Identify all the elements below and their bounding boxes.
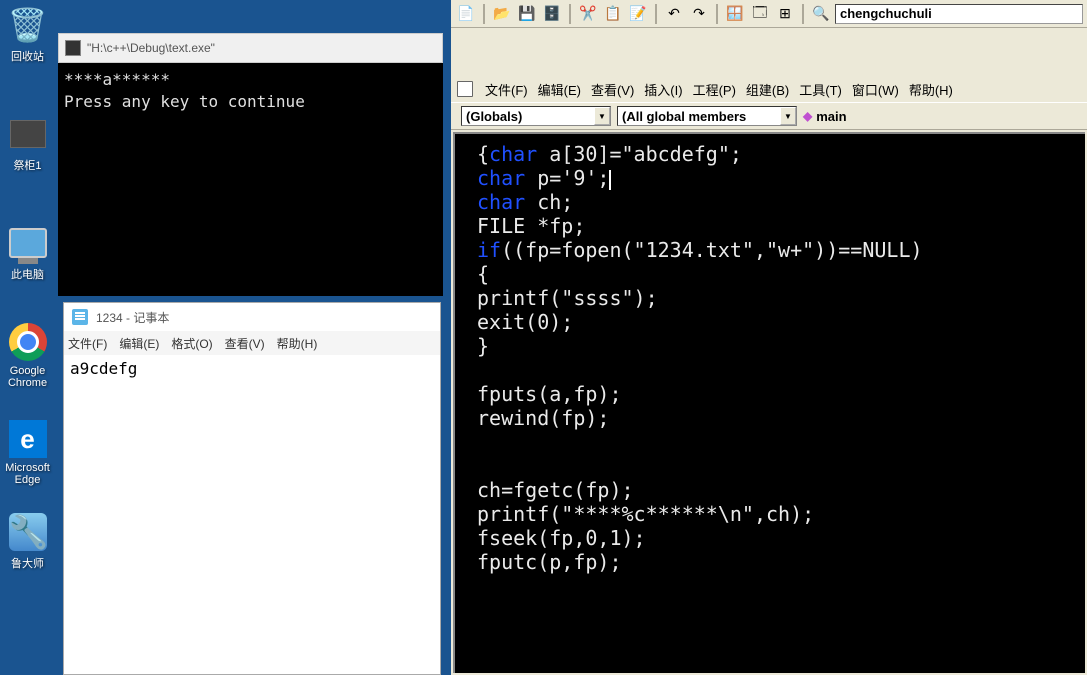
ide-menu-project[interactable]: 工程(P) — [693, 80, 736, 99]
chrome-glyph — [8, 322, 48, 362]
notepad-content[interactable]: a9cdefg — [64, 355, 440, 382]
ide-toolbar: 📄 📂 💾 🗄️ ✂️ 📋 📝 ↶ ↷ 🪟 🗔 ⊞ 🔍 — [451, 0, 1087, 28]
recycle-bin-icon[interactable]: 🗑️ 回收站 — [3, 5, 53, 64]
members-combo-value: (All global members — [622, 109, 746, 124]
desktop-item-2[interactable]: 祭柜1 — [3, 114, 53, 173]
console-app-icon — [65, 40, 81, 56]
workspace-icon[interactable]: 🪟 — [724, 3, 746, 25]
notepad-menu-view[interactable]: 查看(V) — [225, 335, 265, 352]
ide-menubar: 文件(F) 编辑(E) 查看(V) 插入(I) 工程(P) 组建(B) 工具(T… — [451, 76, 1087, 102]
ide-menu-help[interactable]: 帮助(H) — [909, 80, 953, 99]
find-in-files-icon[interactable]: 🔍 — [810, 3, 832, 25]
recycle-bin-label: 回收站 — [11, 48, 44, 64]
new-file-icon[interactable]: 📄 — [455, 3, 477, 25]
desktop-item-2-label: 祭柜1 — [13, 157, 41, 173]
toolbar-sep — [483, 4, 485, 24]
folder-dark-icon — [8, 114, 48, 154]
ide-menu-insert[interactable]: 插入(I) — [644, 80, 682, 99]
ludashi-glyph: 🔧 — [8, 512, 48, 552]
notepad-window[interactable]: 1234 - 记事本 文件(F) 编辑(E) 格式(O) 查看(V) 帮助(H)… — [63, 302, 441, 675]
console-title: "H:\c++\Debug\text.exe" — [87, 41, 215, 55]
notepad-menu-edit[interactable]: 编辑(E) — [119, 335, 159, 352]
this-pc-label: 此电脑 — [11, 266, 44, 282]
ide-menu-edit[interactable]: 编辑(E) — [538, 80, 581, 99]
save-all-icon[interactable]: 🗄️ — [541, 3, 563, 25]
ide-combobar: (Globals) ▼ (All global members ▼ ◆ main — [451, 102, 1087, 130]
toolbar-sep — [655, 4, 657, 24]
code-editor[interactable]: {char a[30]="abcdefg"; char p='9'; char … — [453, 132, 1085, 673]
notepad-menu-help[interactable]: 帮助(H) — [277, 335, 318, 352]
pc-icon — [8, 223, 48, 263]
ide-menu-window[interactable]: 窗口(W) — [852, 80, 899, 99]
find-textbox[interactable] — [835, 4, 1083, 24]
cut-icon[interactable]: ✂️ — [577, 3, 599, 25]
notepad-title: 1234 - 记事本 — [96, 309, 169, 326]
edge-label: Microsoft Edge — [3, 462, 53, 486]
toolbar-sep — [569, 4, 571, 24]
console-window[interactable]: "H:\c++\Debug\text.exe" ****a****** Pres… — [58, 33, 443, 296]
scope-combo[interactable]: (Globals) ▼ — [461, 106, 611, 126]
ide-menu-tool[interactable]: 工具(T) — [799, 80, 842, 99]
scope-combo-value: (Globals) — [466, 109, 522, 124]
toolbar-sep — [716, 4, 718, 24]
desktop-icons-column: 🗑️ 回收站 祭柜1 此电脑 Google Chrome e Microsoft… — [0, 0, 55, 675]
paste-icon[interactable]: 📝 — [627, 3, 649, 25]
console-output: ****a****** Press any key to continue — [58, 63, 443, 296]
ide-menu-build[interactable]: 组建(B) — [746, 80, 789, 99]
notepad-titlebar[interactable]: 1234 - 记事本 — [64, 303, 440, 331]
undo-icon[interactable]: ↶ — [663, 3, 685, 25]
this-pc-icon[interactable]: 此电脑 — [3, 223, 53, 282]
members-combo[interactable]: (All global members ▼ — [617, 106, 797, 126]
chrome-icon[interactable]: Google Chrome — [3, 322, 53, 389]
notepad-menu-format[interactable]: 格式(O) — [171, 335, 212, 352]
function-diamond-icon: ◆ — [803, 109, 812, 123]
tile-icon[interactable]: ⊞ — [774, 3, 796, 25]
chevron-down-icon[interactable]: ▼ — [594, 107, 610, 125]
ide-panel: 📄 📂 💾 🗄️ ✂️ 📋 📝 ↶ ↷ 🪟 🗔 ⊞ 🔍 文件(F) 编辑(E) … — [451, 0, 1087, 675]
ludashi-label: 鲁大师 — [11, 555, 44, 571]
toolbar-sep — [802, 4, 804, 24]
ide-spacer — [451, 28, 1087, 76]
function-combo[interactable]: ◆ main — [803, 109, 847, 124]
ludashi-icon[interactable]: 🔧 鲁大师 — [3, 512, 53, 571]
copy-icon[interactable]: 📋 — [602, 3, 624, 25]
notepad-menu-file[interactable]: 文件(F) — [68, 335, 107, 352]
redo-icon[interactable]: ↷ — [688, 3, 710, 25]
output-icon[interactable]: 🗔 — [749, 3, 771, 25]
notepad-menubar: 文件(F) 编辑(E) 格式(O) 查看(V) 帮助(H) — [64, 331, 440, 355]
console-titlebar[interactable]: "H:\c++\Debug\text.exe" — [58, 33, 443, 63]
function-combo-value: main — [816, 109, 846, 124]
notepad-app-icon — [72, 309, 88, 325]
chrome-label: Google Chrome — [3, 365, 53, 389]
recycle-bin-glyph: 🗑️ — [8, 5, 48, 45]
open-folder-icon[interactable]: 📂 — [491, 3, 513, 25]
chevron-down-icon[interactable]: ▼ — [780, 107, 796, 125]
save-icon[interactable]: 💾 — [516, 3, 538, 25]
edge-glyph: e — [8, 419, 48, 459]
ide-menu-view[interactable]: 查看(V) — [591, 80, 634, 99]
edge-icon[interactable]: e Microsoft Edge — [3, 419, 53, 486]
document-icon[interactable] — [457, 81, 473, 97]
ide-menu-file[interactable]: 文件(F) — [485, 80, 528, 99]
